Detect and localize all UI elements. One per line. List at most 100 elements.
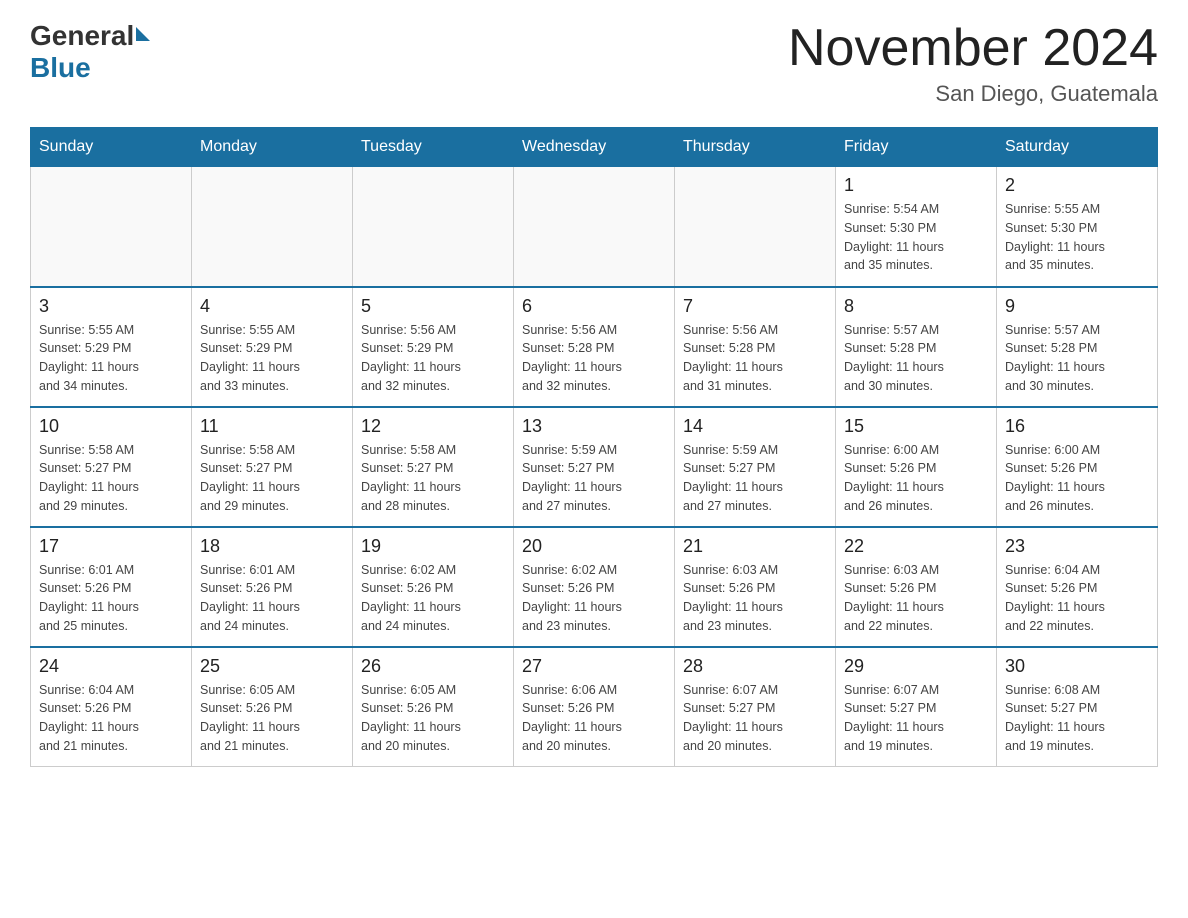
day-number: 4 bbox=[200, 296, 344, 317]
day-number: 10 bbox=[39, 416, 183, 437]
day-info: Sunrise: 5:59 AM Sunset: 5:27 PM Dayligh… bbox=[522, 441, 666, 516]
day-info: Sunrise: 6:01 AM Sunset: 5:26 PM Dayligh… bbox=[200, 561, 344, 636]
day-info: Sunrise: 5:55 AM Sunset: 5:30 PM Dayligh… bbox=[1005, 200, 1149, 275]
weekday-header-row: SundayMondayTuesdayWednesdayThursdayFrid… bbox=[31, 128, 1158, 167]
day-info: Sunrise: 6:05 AM Sunset: 5:26 PM Dayligh… bbox=[361, 681, 505, 756]
day-info: Sunrise: 6:00 AM Sunset: 5:26 PM Dayligh… bbox=[844, 441, 988, 516]
calendar-day-cell: 7 Sunrise: 5:56 AM Sunset: 5:28 PM Daylig… bbox=[675, 287, 836, 407]
calendar-day-cell bbox=[353, 167, 514, 287]
day-info: Sunrise: 5:56 AM Sunset: 5:28 PM Dayligh… bbox=[683, 321, 827, 396]
calendar-day-cell: 11 Sunrise: 5:58 AM Sunset: 5:27 PM Dayli… bbox=[192, 407, 353, 527]
day-number: 11 bbox=[200, 416, 344, 437]
calendar-week-row: 24 Sunrise: 6:04 AM Sunset: 5:26 PM Dayli… bbox=[31, 647, 1158, 767]
day-number: 29 bbox=[844, 656, 988, 677]
day-info: Sunrise: 6:02 AM Sunset: 5:26 PM Dayligh… bbox=[361, 561, 505, 636]
calendar-day-cell: 16Sunrise: 6:00 AM Sunset: 5:26 PM Dayli… bbox=[997, 407, 1158, 527]
day-info: Sunrise: 6:00 AM Sunset: 5:26 PM Dayligh… bbox=[1005, 441, 1149, 516]
calendar-day-cell: 22 Sunrise: 6:03 AM Sunset: 5:26 PM Dayli… bbox=[836, 527, 997, 647]
weekday-header-wednesday: Wednesday bbox=[514, 128, 675, 167]
calendar-day-cell: 21Sunrise: 6:03 AM Sunset: 5:26 PM Dayli… bbox=[675, 527, 836, 647]
calendar-day-cell: 1 Sunrise: 5:54 AM Sunset: 5:30 PM Daylig… bbox=[836, 167, 997, 287]
day-number: 26 bbox=[361, 656, 505, 677]
day-number: 1 bbox=[844, 175, 988, 196]
day-info: Sunrise: 5:55 AM Sunset: 5:29 PM Dayligh… bbox=[39, 321, 183, 396]
logo: General Blue bbox=[30, 20, 150, 84]
day-number: 27 bbox=[522, 656, 666, 677]
calendar-day-cell: 6 Sunrise: 5:56 AM Sunset: 5:28 PM Daylig… bbox=[514, 287, 675, 407]
logo-blue-text: Blue bbox=[30, 52, 91, 84]
calendar-day-cell: 29Sunrise: 6:07 AM Sunset: 5:27 PM Dayli… bbox=[836, 647, 997, 767]
day-number: 7 bbox=[683, 296, 827, 317]
day-number: 12 bbox=[361, 416, 505, 437]
calendar-day-cell: 9Sunrise: 5:57 AM Sunset: 5:28 PM Daylig… bbox=[997, 287, 1158, 407]
calendar-day-cell bbox=[675, 167, 836, 287]
weekday-header-monday: Monday bbox=[192, 128, 353, 167]
calendar-day-cell: 19 Sunrise: 6:02 AM Sunset: 5:26 PM Dayli… bbox=[353, 527, 514, 647]
day-number: 3 bbox=[39, 296, 183, 317]
day-info: Sunrise: 5:58 AM Sunset: 5:27 PM Dayligh… bbox=[200, 441, 344, 516]
day-info: Sunrise: 5:55 AM Sunset: 5:29 PM Dayligh… bbox=[200, 321, 344, 396]
day-info: Sunrise: 5:57 AM Sunset: 5:28 PM Dayligh… bbox=[844, 321, 988, 396]
day-number: 25 bbox=[200, 656, 344, 677]
calendar-day-cell: 17 Sunrise: 6:01 AM Sunset: 5:26 PM Dayli… bbox=[31, 527, 192, 647]
calendar-day-cell: 30Sunrise: 6:08 AM Sunset: 5:27 PM Dayli… bbox=[997, 647, 1158, 767]
calendar-week-row: 1 Sunrise: 5:54 AM Sunset: 5:30 PM Daylig… bbox=[31, 167, 1158, 287]
calendar-week-row: 10 Sunrise: 5:58 AM Sunset: 5:27 PM Dayli… bbox=[31, 407, 1158, 527]
calendar-day-cell: 13 Sunrise: 5:59 AM Sunset: 5:27 PM Dayli… bbox=[514, 407, 675, 527]
calendar-day-cell bbox=[31, 167, 192, 287]
calendar-day-cell: 3 Sunrise: 5:55 AM Sunset: 5:29 PM Daylig… bbox=[31, 287, 192, 407]
calendar-day-cell: 5 Sunrise: 5:56 AM Sunset: 5:29 PM Daylig… bbox=[353, 287, 514, 407]
day-number: 30 bbox=[1005, 656, 1149, 677]
day-number: 21 bbox=[683, 536, 827, 557]
day-number: 22 bbox=[844, 536, 988, 557]
day-info: Sunrise: 5:57 AM Sunset: 5:28 PM Dayligh… bbox=[1005, 321, 1149, 396]
day-number: 8 bbox=[844, 296, 988, 317]
logo-general-text: General bbox=[30, 20, 134, 52]
day-number: 6 bbox=[522, 296, 666, 317]
calendar-day-cell: 25Sunrise: 6:05 AM Sunset: 5:26 PM Dayli… bbox=[192, 647, 353, 767]
calendar-day-cell: 8 Sunrise: 5:57 AM Sunset: 5:28 PM Daylig… bbox=[836, 287, 997, 407]
day-info: Sunrise: 6:06 AM Sunset: 5:26 PM Dayligh… bbox=[522, 681, 666, 756]
day-info: Sunrise: 6:04 AM Sunset: 5:26 PM Dayligh… bbox=[1005, 561, 1149, 636]
calendar-day-cell: 10 Sunrise: 5:58 AM Sunset: 5:27 PM Dayli… bbox=[31, 407, 192, 527]
calendar-day-cell: 4 Sunrise: 5:55 AM Sunset: 5:29 PM Daylig… bbox=[192, 287, 353, 407]
day-info: Sunrise: 5:56 AM Sunset: 5:29 PM Dayligh… bbox=[361, 321, 505, 396]
day-info: Sunrise: 6:04 AM Sunset: 5:26 PM Dayligh… bbox=[39, 681, 183, 756]
day-number: 15 bbox=[844, 416, 988, 437]
calendar-title: November 2024 bbox=[788, 20, 1158, 77]
calendar-day-cell: 14 Sunrise: 5:59 AM Sunset: 5:27 PM Dayli… bbox=[675, 407, 836, 527]
day-number: 2 bbox=[1005, 175, 1149, 196]
calendar-day-cell bbox=[192, 167, 353, 287]
calendar-day-cell: 26 Sunrise: 6:05 AM Sunset: 5:26 PM Dayli… bbox=[353, 647, 514, 767]
weekday-header-friday: Friday bbox=[836, 128, 997, 167]
day-info: Sunrise: 6:01 AM Sunset: 5:26 PM Dayligh… bbox=[39, 561, 183, 636]
calendar-day-cell: 28Sunrise: 6:07 AM Sunset: 5:27 PM Dayli… bbox=[675, 647, 836, 767]
day-number: 19 bbox=[361, 536, 505, 557]
day-number: 14 bbox=[683, 416, 827, 437]
calendar-day-cell: 2 Sunrise: 5:55 AM Sunset: 5:30 PM Daylig… bbox=[997, 167, 1158, 287]
day-number: 5 bbox=[361, 296, 505, 317]
weekday-header-sunday: Sunday bbox=[31, 128, 192, 167]
day-info: Sunrise: 5:54 AM Sunset: 5:30 PM Dayligh… bbox=[844, 200, 988, 275]
day-info: Sunrise: 6:03 AM Sunset: 5:26 PM Dayligh… bbox=[844, 561, 988, 636]
day-info: Sunrise: 5:59 AM Sunset: 5:27 PM Dayligh… bbox=[683, 441, 827, 516]
day-number: 17 bbox=[39, 536, 183, 557]
calendar-day-cell bbox=[514, 167, 675, 287]
day-number: 13 bbox=[522, 416, 666, 437]
day-info: Sunrise: 6:02 AM Sunset: 5:26 PM Dayligh… bbox=[522, 561, 666, 636]
calendar-table: SundayMondayTuesdayWednesdayThursdayFrid… bbox=[30, 127, 1158, 767]
weekday-header-saturday: Saturday bbox=[997, 128, 1158, 167]
calendar-day-cell: 27 Sunrise: 6:06 AM Sunset: 5:26 PM Dayli… bbox=[514, 647, 675, 767]
page-header: General Blue November 2024 San Diego, Gu… bbox=[30, 20, 1158, 107]
day-number: 28 bbox=[683, 656, 827, 677]
calendar-week-row: 3 Sunrise: 5:55 AM Sunset: 5:29 PM Daylig… bbox=[31, 287, 1158, 407]
day-info: Sunrise: 5:58 AM Sunset: 5:27 PM Dayligh… bbox=[39, 441, 183, 516]
calendar-day-cell: 24 Sunrise: 6:04 AM Sunset: 5:26 PM Dayli… bbox=[31, 647, 192, 767]
logo-arrow-icon bbox=[136, 27, 150, 41]
calendar-day-cell: 15 Sunrise: 6:00 AM Sunset: 5:26 PM Dayli… bbox=[836, 407, 997, 527]
calendar-day-cell: 12Sunrise: 5:58 AM Sunset: 5:27 PM Dayli… bbox=[353, 407, 514, 527]
day-info: Sunrise: 5:56 AM Sunset: 5:28 PM Dayligh… bbox=[522, 321, 666, 396]
calendar-day-cell: 18Sunrise: 6:01 AM Sunset: 5:26 PM Dayli… bbox=[192, 527, 353, 647]
day-number: 24 bbox=[39, 656, 183, 677]
weekday-header-thursday: Thursday bbox=[675, 128, 836, 167]
